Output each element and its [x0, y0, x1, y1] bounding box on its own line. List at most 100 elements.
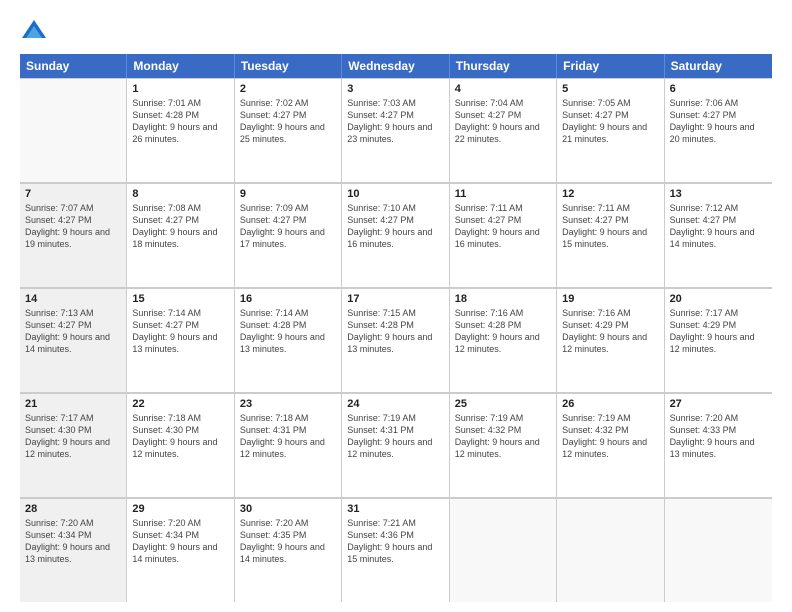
sunrise-text: Sunrise: 7:06 AM [670, 97, 767, 109]
sunrise-text: Sunrise: 7:12 AM [670, 202, 767, 214]
sunset-text: Sunset: 4:27 PM [25, 319, 121, 331]
calendar-day-header: Saturday [665, 54, 772, 78]
sunset-text: Sunset: 4:27 PM [240, 109, 336, 121]
sunset-text: Sunset: 4:27 PM [562, 109, 658, 121]
sunrise-text: Sunrise: 7:11 AM [455, 202, 551, 214]
calendar-cell: 12Sunrise: 7:11 AMSunset: 4:27 PMDayligh… [557, 183, 664, 287]
day-number: 25 [455, 398, 551, 410]
calendar: SundayMondayTuesdayWednesdayThursdayFrid… [20, 54, 772, 602]
calendar-cell: 5Sunrise: 7:05 AMSunset: 4:27 PMDaylight… [557, 78, 664, 182]
sunset-text: Sunset: 4:34 PM [25, 529, 121, 541]
day-number: 11 [455, 188, 551, 200]
day-number: 2 [240, 83, 336, 95]
daylight-text: Daylight: 9 hours and 19 minutes. [25, 226, 121, 250]
sunrise-text: Sunrise: 7:04 AM [455, 97, 551, 109]
daylight-text: Daylight: 9 hours and 13 minutes. [240, 331, 336, 355]
daylight-text: Daylight: 9 hours and 12 minutes. [562, 436, 658, 460]
daylight-text: Daylight: 9 hours and 20 minutes. [670, 121, 767, 145]
daylight-text: Daylight: 9 hours and 15 minutes. [347, 541, 443, 565]
calendar-body: 1 Sunrise: 7:01 AM Sunset: 4:28 PM Daylight… [20, 78, 772, 602]
calendar-cell: 13 Sunrise: 7:12 AMSunset: 4:27 PMDayligh… [665, 183, 772, 287]
calendar-row: 1Sunrise: 7:01 AMSunset: 4:28 PMDaylight… [20, 78, 772, 183]
day-number: 28 [25, 503, 121, 515]
sunset-text: Sunset: 4:27 PM [347, 214, 443, 226]
sunrise-text: Sunrise: 7:17 AM [25, 412, 121, 424]
daylight-text: Daylight: 9 hours and 12 minutes. [240, 436, 336, 460]
day-number: 16 [240, 293, 336, 305]
sunrise-text: Sunrise: 7:14 AM [132, 307, 228, 319]
day-number: 5 [562, 83, 658, 95]
calendar-day-header: Tuesday [235, 54, 342, 78]
calendar-cell: 6Sunrise: 7:06 AMSunset: 4:27 PMDaylight… [665, 78, 772, 182]
calendar-cell: 27Sunrise: 7:20 AMSunset: 4:33 PMDayligh… [665, 393, 772, 497]
day-number: 1 [132, 83, 228, 95]
day-number: 15 [132, 293, 228, 305]
calendar-cell: 18Sunrise: 7:16 AMSunset: 4:28 PMDayligh… [450, 288, 557, 392]
daylight-text: Daylight: 9 hours and 12 minutes. [132, 436, 228, 460]
sunrise-text: Sunrise: 7:19 AM [455, 412, 551, 424]
sunset-text: Sunset: 4:27 PM [455, 214, 551, 226]
sunset-text: Sunset: 4:27 PM [132, 214, 228, 226]
daylight-text: Daylight: 9 hours and 22 minutes. [455, 121, 551, 145]
calendar-cell: 24Sunrise: 7:19 AMSunset: 4:31 PMDayligh… [342, 393, 449, 497]
sunrise-text: Sunrise: 7:20 AM [240, 517, 336, 529]
sunset-text: Sunset: 4:36 PM [347, 529, 443, 541]
day-number: 23 [240, 398, 336, 410]
day-number: 8 [132, 188, 228, 200]
calendar-cell: 23Sunrise: 7:18 AMSunset: 4:31 PMDayligh… [235, 393, 342, 497]
calendar-cell: 30Sunrise: 7:20 AMSunset: 4:35 PMDayligh… [235, 498, 342, 602]
daylight-text: Daylight: 9 hours and 18 minutes. [132, 226, 228, 250]
daylight-text: Daylight: 9 hours and 17 minutes. [240, 226, 336, 250]
day-number: 13 [670, 188, 767, 200]
day-number: 26 [562, 398, 658, 410]
sunset-text: Sunset: 4:28 PM [455, 319, 551, 331]
daylight-text: Daylight: 9 hours and 12 minutes. [670, 331, 767, 355]
calendar-day-header: Monday [127, 54, 234, 78]
sunrise-text: Sunrise: 7:19 AM [347, 412, 443, 424]
calendar-cell: 3Sunrise: 7:03 AMSunset: 4:27 PMDaylight… [342, 78, 449, 182]
calendar-day-header: Sunday [20, 54, 127, 78]
sunset-text: Sunset: 4:27 PM [240, 214, 336, 226]
sunset-text: Sunset: 4:29 PM [670, 319, 767, 331]
daylight-text: Daylight: 9 hours and 14 minutes. [670, 226, 767, 250]
calendar-cell: 20Sunrise: 7:17 AMSunset: 4:29 PMDayligh… [665, 288, 772, 392]
daylight-text: Daylight: 9 hours and 13 minutes. [25, 541, 121, 565]
sunset-text: Sunset: 4:27 PM [132, 319, 228, 331]
calendar-cell: 2 Sunrise: 7:02 AMSunset: 4:27 PMDaylight… [235, 78, 342, 182]
sunrise-text: Sunrise: 7:17 AM [670, 307, 767, 319]
calendar-cell: 9Sunrise: 7:09 AMSunset: 4:27 PMDaylight… [235, 183, 342, 287]
header [20, 18, 772, 46]
sunset-text: Sunset: 4:30 PM [25, 424, 121, 436]
calendar-cell: 1Sunrise: 7:01 AMSunset: 4:28 PMDaylight… [127, 78, 234, 182]
calendar-row: 7Sunrise: 7:07 AMSunset: 4:27 PMDaylight… [20, 183, 772, 288]
calendar-cell: 31Sunrise: 7:21 AMSunset: 4:36 PMDayligh… [342, 498, 449, 602]
calendar-day-header: Friday [557, 54, 664, 78]
daylight-text: Daylight: 9 hours and 25 minutes. [240, 121, 336, 145]
sunset-text: Sunset: 4:30 PM [132, 424, 228, 436]
sunrise-text: Sunrise: 7:01 AM [132, 97, 228, 109]
sunset-text: Sunset: 4:27 PM [670, 214, 767, 226]
day-number: 10 [347, 188, 443, 200]
sunrise-text: Sunrise: 7:20 AM [670, 412, 767, 424]
day-number: 3 [347, 83, 443, 95]
day-number: 7 [25, 188, 121, 200]
sunrise-text: Sunrise: 7:20 AM [132, 517, 228, 529]
calendar-cell: 4Sunrise: 7:04 AMSunset: 4:27 PMDaylight… [450, 78, 557, 182]
sunset-text: Sunset: 4:29 PM [562, 319, 658, 331]
daylight-text: Daylight: 9 hours and 23 minutes. [347, 121, 443, 145]
daylight-text: Daylight: 9 hours and 12 minutes. [25, 436, 121, 460]
sunrise-text: Sunrise: 7:16 AM [455, 307, 551, 319]
daylight-text: Daylight: 9 hours and 26 minutes. [132, 121, 228, 145]
day-number: 9 [240, 188, 336, 200]
calendar-row: 21Sunrise: 7:17 AMSunset: 4:30 PMDayligh… [20, 393, 772, 498]
day-number: 31 [347, 503, 443, 515]
sunset-text: Sunset: 4:27 PM [25, 214, 121, 226]
sunset-text: Sunset: 4:27 PM [562, 214, 658, 226]
day-number: 27 [670, 398, 767, 410]
sunrise-text: Sunrise: 7:15 AM [347, 307, 443, 319]
calendar-cell: 19Sunrise: 7:16 AMSunset: 4:29 PMDayligh… [557, 288, 664, 392]
calendar-cell: 15Sunrise: 7:14 AMSunset: 4:27 PMDayligh… [127, 288, 234, 392]
sunrise-text: Sunrise: 7:18 AM [240, 412, 336, 424]
sunrise-text: Sunrise: 7:02 AM [240, 97, 336, 109]
day-number: 12 [562, 188, 658, 200]
